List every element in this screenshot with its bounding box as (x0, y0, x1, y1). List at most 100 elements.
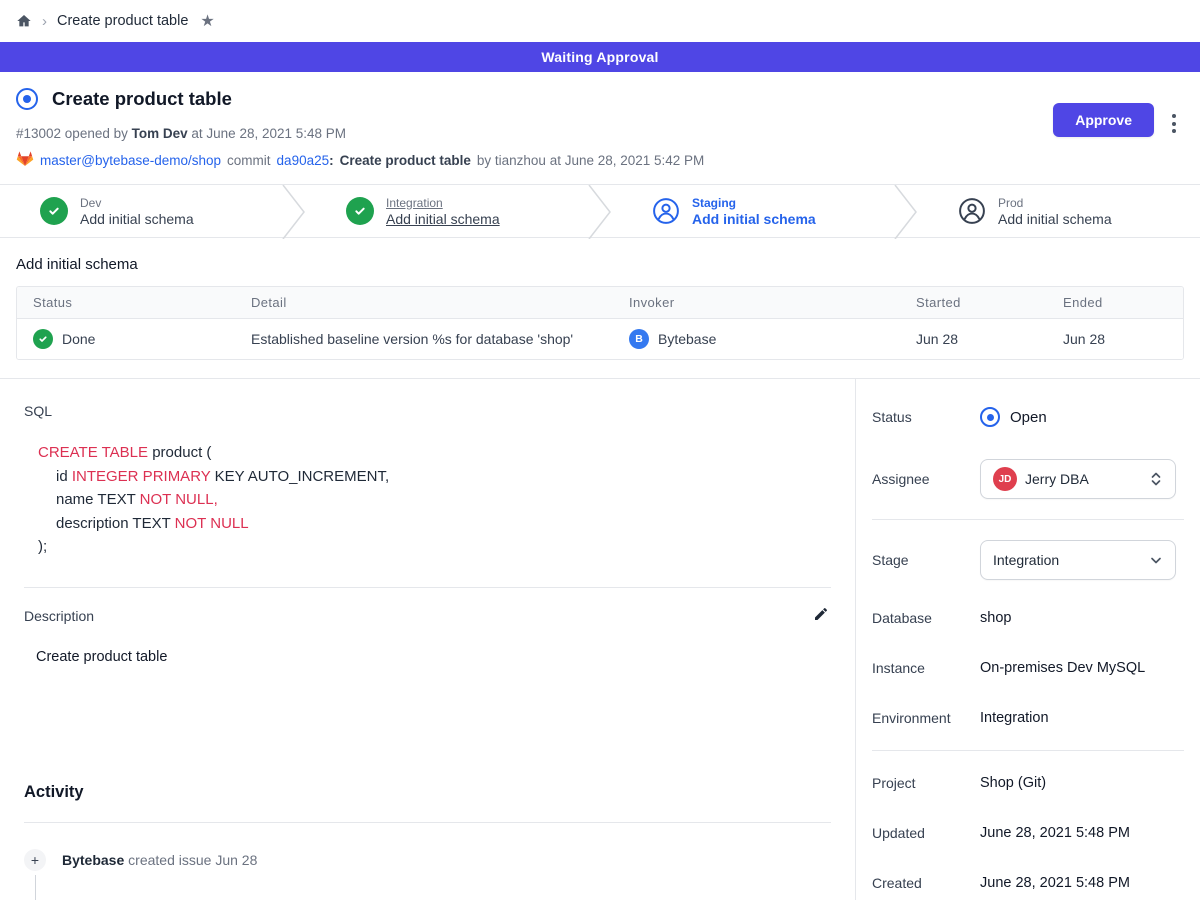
sql-label: SQL (24, 403, 831, 419)
stage-task-label: Add initial schema (998, 211, 1112, 227)
stage-separator (282, 185, 306, 239)
done-check-icon (33, 329, 53, 349)
task-invoker-text: Bytebase (658, 331, 716, 347)
chevron-right-icon: › (42, 14, 47, 29)
edit-pencil-icon[interactable] (811, 604, 831, 629)
updown-chevrons-icon (1149, 471, 1163, 487)
stage-integration[interactable]: Integration Add initial schema (306, 185, 588, 237)
stage-dev[interactable]: Dev Add initial schema (0, 185, 282, 237)
commit-hash-link[interactable]: da90a25 (277, 153, 330, 168)
updated-label: Updated (872, 825, 980, 841)
activity-action: created issue Jun 28 (128, 852, 257, 868)
task-table-row: Done Established baseline version %s for… (17, 318, 1183, 359)
stage-done-check-icon (346, 197, 374, 225)
stage-staging[interactable]: Staging Add initial schema (612, 185, 894, 237)
updated-row: Updated June 28, 2021 5:48 PM (872, 821, 1184, 845)
stage-env-label: Staging (692, 196, 816, 210)
description-text: Create product table (36, 649, 831, 665)
divider (24, 822, 831, 823)
assignee-value: Jerry DBA (1025, 471, 1089, 487)
stage-row: Stage Integration (872, 540, 1184, 580)
stage-separator (894, 185, 918, 239)
stage-env-label: Prod (998, 196, 1112, 210)
page-title: Create product table (52, 88, 232, 110)
database-row: Database shop (872, 606, 1184, 630)
stage-task-label: Add initial schema (386, 211, 500, 227)
task-heading: Add initial schema (16, 256, 1184, 273)
task-table-header: Status Detail Invoker Started Ended (17, 287, 1183, 318)
instance-label: Instance (872, 660, 980, 676)
task-started-text: Jun 28 (916, 331, 1063, 347)
issue-header: Create product table #13002 opened by To… (0, 72, 1200, 184)
status-row: Status Open (872, 405, 1184, 429)
issue-meta: #13002 opened by Tom Dev at June 28, 202… (16, 126, 1184, 141)
created-label: Created (872, 875, 980, 891)
assignee-row: Assignee JD Jerry DBA (872, 459, 1184, 499)
assignee-select[interactable]: JD Jerry DBA (980, 459, 1176, 499)
stage-env-label: Integration (386, 196, 500, 210)
column-detail: Detail (251, 295, 629, 310)
description-label: Description (24, 608, 94, 624)
column-ended: Ended (1063, 295, 1167, 310)
divider (24, 587, 831, 588)
main-panel: SQL CREATE TABLE product (id INTEGER PRI… (0, 379, 856, 900)
issue-meta-prefix: #13002 opened by (16, 126, 128, 141)
column-invoker: Invoker (629, 295, 916, 310)
stage-separator (588, 185, 612, 239)
commit-word: commit (227, 153, 271, 168)
approve-button[interactable]: Approve (1053, 103, 1154, 137)
created-value: June 28, 2021 5:48 PM (980, 875, 1130, 891)
activity-item: + Bytebase created issue Jun 28 (24, 849, 831, 871)
breadcrumb-page-title: Create product table (57, 13, 188, 29)
updated-value: June 28, 2021 5:48 PM (980, 825, 1130, 841)
issue-open-status-icon (16, 88, 38, 110)
timeline-line (35, 875, 36, 900)
divider (872, 750, 1184, 751)
issue-author: Tom Dev (132, 126, 188, 141)
status-open-icon (980, 407, 1000, 427)
stage-person-icon (958, 197, 986, 225)
issue-sidebar: Status Open Assignee JD Jerry DBA Stage … (856, 379, 1200, 900)
approval-banner-text: Waiting Approval (541, 49, 658, 65)
stage-person-icon (652, 197, 680, 225)
task-detail-text: Established baseline version %s for data… (251, 331, 629, 347)
project-row: Project Shop (Git) (872, 771, 1184, 795)
assignee-label: Assignee (872, 471, 980, 487)
commit-separator: : (329, 153, 334, 168)
sql-code-block: CREATE TABLE product (id INTEGER PRIMARY… (38, 441, 831, 559)
home-icon[interactable] (16, 13, 32, 29)
stage-prod[interactable]: Prod Add initial schema (918, 185, 1200, 237)
stage-select[interactable]: Integration (980, 540, 1176, 580)
divider (872, 519, 1184, 520)
assignee-avatar: JD (993, 467, 1017, 491)
approval-banner: Waiting Approval (0, 42, 1200, 72)
gitlab-icon (16, 150, 34, 170)
stage-value: Integration (993, 552, 1059, 568)
environment-row: Environment Integration (872, 706, 1184, 730)
breadcrumb: › Create product table ★ (0, 0, 1200, 42)
commit-byline: by tianzhou at June 28, 2021 5:42 PM (477, 153, 704, 168)
stage-label: Stage (872, 552, 980, 568)
stage-task-label: Add initial schema (692, 211, 816, 227)
kebab-menu-button[interactable] (1168, 110, 1180, 137)
column-status: Status (33, 295, 251, 310)
stage-done-check-icon (40, 197, 68, 225)
project-value: Shop (Git) (980, 775, 1046, 791)
task-status-text: Done (62, 331, 95, 347)
stage-task-label: Add initial schema (80, 211, 194, 227)
database-value: shop (980, 610, 1011, 626)
task-table: Status Detail Invoker Started Ended Done… (16, 286, 1184, 360)
commit-branch-link[interactable]: master@bytebase-demo/shop (40, 153, 221, 168)
status-label: Status (872, 409, 980, 425)
environment-label: Environment (872, 710, 980, 726)
favorite-star-icon[interactable]: ★ (200, 11, 214, 31)
task-section: Add initial schema Status Detail Invoker… (0, 256, 1200, 360)
commit-info: master@bytebase-demo/shop commit da90a25… (16, 150, 1184, 170)
activity-actor: Bytebase (62, 852, 124, 868)
stage-env-label: Dev (80, 196, 194, 210)
instance-value: On-premises Dev MySQL (980, 660, 1145, 676)
bytebase-avatar: B (629, 329, 649, 349)
task-ended-text: Jun 28 (1063, 331, 1167, 347)
environment-value: Integration (980, 710, 1049, 726)
column-started: Started (916, 295, 1063, 310)
